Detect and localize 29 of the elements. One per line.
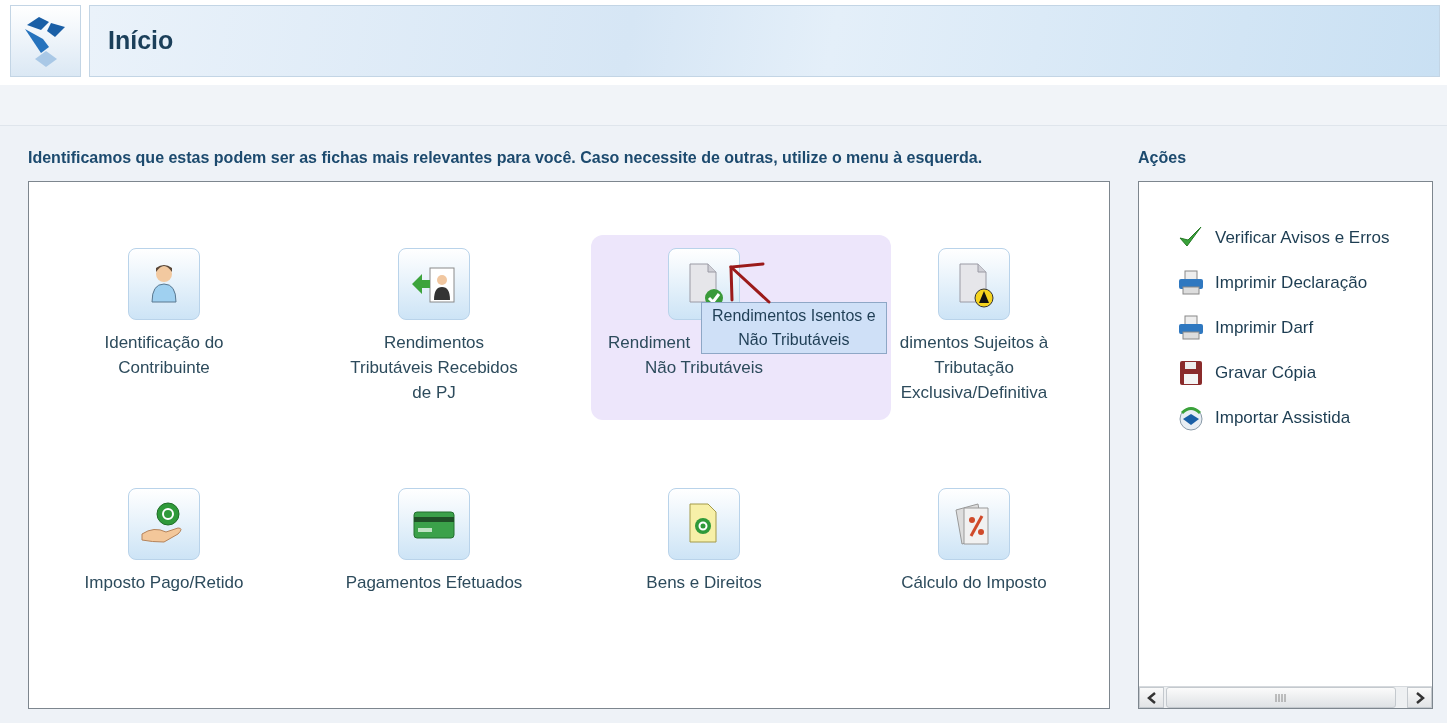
scroll-left-button[interactable] (1139, 687, 1164, 708)
percent-sheets-icon (938, 488, 1010, 560)
form-tile[interactable]: Imposto Pago/Retido (29, 475, 299, 660)
scrollbar-thumb[interactable] (1166, 687, 1396, 708)
horizontal-scrollbar[interactable] (1139, 686, 1432, 708)
tooltip: Rendimentos Isentos e Não Tributáveis (701, 302, 887, 354)
page-title: Início (108, 25, 174, 57)
hand-coin-icon (128, 488, 200, 560)
action-link[interactable]: Imprimir Declaração (1177, 260, 1368, 305)
action-link[interactable]: Verificar Avisos e Erros (1177, 215, 1390, 260)
action-link[interactable]: Importar Assistida (1177, 395, 1351, 440)
printer-icon (1177, 268, 1205, 297)
form-tile[interactable]: Pagamentos Efetuados (299, 475, 569, 660)
form-tile[interactable]: Bens e Direitos (569, 475, 839, 660)
printer-icon (1177, 313, 1205, 342)
chevron-right-icon (1414, 691, 1425, 704)
credit-card-icon (398, 488, 470, 560)
action-link[interactable]: Imprimir Darf (1177, 305, 1314, 350)
document-warning-icon (938, 248, 1010, 320)
scroll-right-button[interactable] (1407, 687, 1432, 708)
intro-text: Identificamos que estas podem ser as fichas mais relevantes para você. Caso necessite de outras, utilize o menu à esquerda. (28, 148, 984, 168)
form-tile[interactable]: Rendimentos Tributáveis Recebidos de PJ (299, 235, 569, 420)
action-link[interactable]: Gravar Cópia (1177, 350, 1317, 395)
document-coin-icon (668, 488, 740, 560)
person-icon (128, 248, 200, 320)
chevron-left-icon (1146, 691, 1157, 704)
form-tile[interactable]: Cálculo do Imposto (839, 475, 1109, 660)
actions-heading: Ações (1138, 148, 1188, 168)
form-tile[interactable]: Identificação do Contribuinte (29, 235, 299, 420)
